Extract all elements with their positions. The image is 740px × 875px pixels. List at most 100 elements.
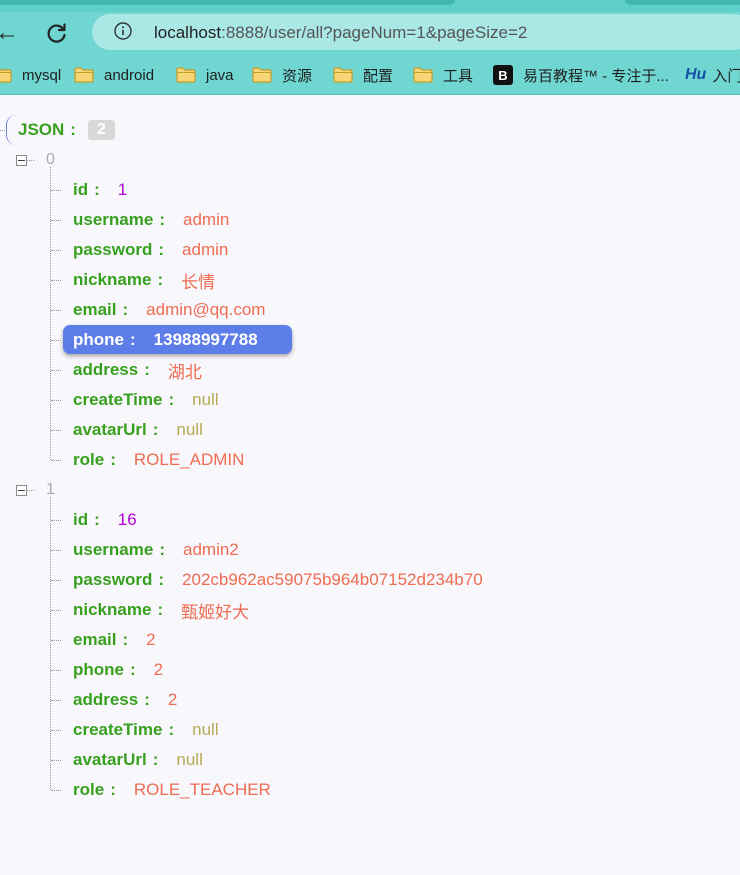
url-text[interactable]: localhost:8888/user/all?pageNum=1&pageSi…: [154, 23, 527, 43]
field-colon: :: [152, 420, 159, 439]
json-field-role[interactable]: role: ROLE_TEACHER: [73, 775, 271, 805]
field-value: null: [176, 750, 203, 769]
json-field-address[interactable]: address:2: [73, 685, 177, 715]
json-field-address[interactable]: address: 湖北: [73, 355, 202, 385]
bookmark-label: mysql: [22, 66, 62, 84]
bookmark-label: android: [104, 66, 155, 84]
json-field-id[interactable]: id:1: [73, 175, 127, 205]
bookmark-item[interactable]: 资源: [252, 64, 312, 86]
field-colon: :: [158, 570, 165, 589]
json-field-username[interactable]: username: admin: [73, 205, 229, 235]
json-field-phone[interactable]: phone:2: [73, 655, 163, 685]
field-key: avatarUrl: [73, 750, 147, 769]
field-colon: :: [110, 450, 116, 469]
field-key: password: [73, 570, 153, 589]
field-key: phone: [73, 330, 124, 349]
tree-connector: [51, 670, 61, 671]
bookmark-item[interactable]: Hu 入门: [685, 64, 740, 86]
hu-logo-icon: Hu: [685, 66, 707, 83]
new-tab-edge[interactable]: [625, 0, 740, 5]
field-key: createTime: [73, 390, 163, 409]
bookmark-label: 入门: [712, 67, 740, 85]
bookmark-label: 易百教程™ - 专注于...: [523, 67, 669, 85]
field-key: role: [73, 450, 105, 469]
back-arrow-icon[interactable]: ←: [0, 18, 22, 48]
json-field-username[interactable]: username: admin2: [73, 535, 239, 565]
json-field-password[interactable]: password: admin: [73, 235, 228, 265]
site-info-icon[interactable]: [114, 22, 132, 40]
field-key: avatarUrl: [73, 420, 147, 439]
field-key: phone: [73, 660, 124, 679]
tree-connector: [0, 130, 7, 131]
json-root[interactable]: JSON : 2: [18, 115, 115, 145]
field-key: username: [73, 540, 154, 559]
root-colon: :: [70, 120, 76, 139]
bookmark-item[interactable]: java: [176, 64, 234, 86]
bookmark-item[interactable]: mysql: [0, 64, 61, 86]
b-logo-icon: B: [493, 65, 513, 85]
bookmark-item[interactable]: 配置: [333, 64, 393, 86]
field-value: ROLE_TEACHER: [133, 780, 271, 799]
tree-connector: [51, 460, 61, 461]
field-value: 湖北: [167, 362, 202, 382]
field-colon: :: [144, 360, 150, 379]
json-field-password[interactable]: password:202cb962ac59075b964b07152d234b7…: [73, 565, 483, 595]
item-count-badge: 2: [87, 120, 115, 140]
folder-icon: [413, 67, 433, 83]
json-field-email[interactable]: email:2: [73, 625, 156, 655]
field-colon: :: [130, 660, 136, 679]
json-field-role[interactable]: role: ROLE_ADMIN: [73, 445, 244, 475]
field-key: id: [73, 180, 89, 199]
tree-guide-line: [50, 497, 51, 790]
json-field-createTime[interactable]: createTime: null: [73, 715, 219, 745]
field-key: password: [73, 240, 153, 259]
field-value: 2: [146, 630, 156, 649]
reload-icon[interactable]: [42, 18, 72, 48]
json-field-email[interactable]: email: admin@qq.com: [73, 295, 265, 325]
json-field-id[interactable]: id:16: [73, 505, 137, 535]
json-field-createTime[interactable]: createTime: null: [73, 385, 219, 415]
url-path: :8888/user/all?pageNum=1&pageSize=2: [221, 23, 528, 42]
root-bracket: [6, 115, 17, 145]
field-value: 甄姬好大: [181, 602, 250, 622]
json-field-avatarUrl[interactable]: avatarUrl: null: [73, 415, 203, 445]
field-key: email: [73, 300, 117, 319]
field-value: 13988997788: [153, 330, 258, 349]
tree-connector: [51, 610, 61, 611]
folder-icon: [252, 67, 272, 83]
json-field-phone[interactable]: phone:13988997788: [73, 325, 258, 355]
json-field-nickname[interactable]: nickname: 甄姬好大: [73, 595, 249, 625]
bookmark-item[interactable]: 工具: [413, 64, 473, 86]
field-colon: :: [159, 540, 165, 559]
tree-guide-line: [50, 167, 51, 460]
tree-connector: [51, 730, 61, 731]
field-colon: :: [152, 750, 159, 769]
field-key: address: [73, 690, 139, 709]
bookmark-item[interactable]: android: [74, 64, 154, 86]
tree-connector: [51, 250, 61, 251]
url-host: localhost: [154, 23, 222, 42]
tree-connector: [51, 190, 61, 191]
field-colon: :: [94, 180, 100, 199]
field-colon: :: [130, 330, 136, 349]
field-value: null: [176, 420, 203, 439]
field-colon: :: [110, 780, 116, 799]
tab-strip: [0, 0, 740, 12]
json-field-avatarUrl[interactable]: avatarUrl: null: [73, 745, 203, 775]
bookmark-item[interactable]: B 易百教程™ - 专注于...: [493, 64, 669, 86]
tree-connector: [51, 520, 61, 521]
field-value: 16: [117, 510, 137, 529]
bookmarks-bar: mysql android java 资源 配置 工具 B 易百教程™ - 专注于... Hu 入…: [0, 56, 740, 95]
field-colon: :: [157, 600, 164, 619]
tree-connector: [51, 220, 61, 221]
tree-connector: [51, 760, 61, 761]
tree-connector: [51, 280, 61, 281]
bookmark-label: 配置: [363, 67, 394, 85]
active-tab-edge[interactable]: [0, 0, 455, 5]
json-field-nickname[interactable]: nickname: 长情: [73, 265, 215, 295]
field-key: role: [73, 780, 105, 799]
address-bar[interactable]: localhost:8888/user/all?pageNum=1&pageSi…: [92, 14, 740, 50]
tree-connector: [51, 370, 61, 371]
field-key: id: [73, 510, 89, 529]
field-colon: :: [158, 240, 165, 259]
